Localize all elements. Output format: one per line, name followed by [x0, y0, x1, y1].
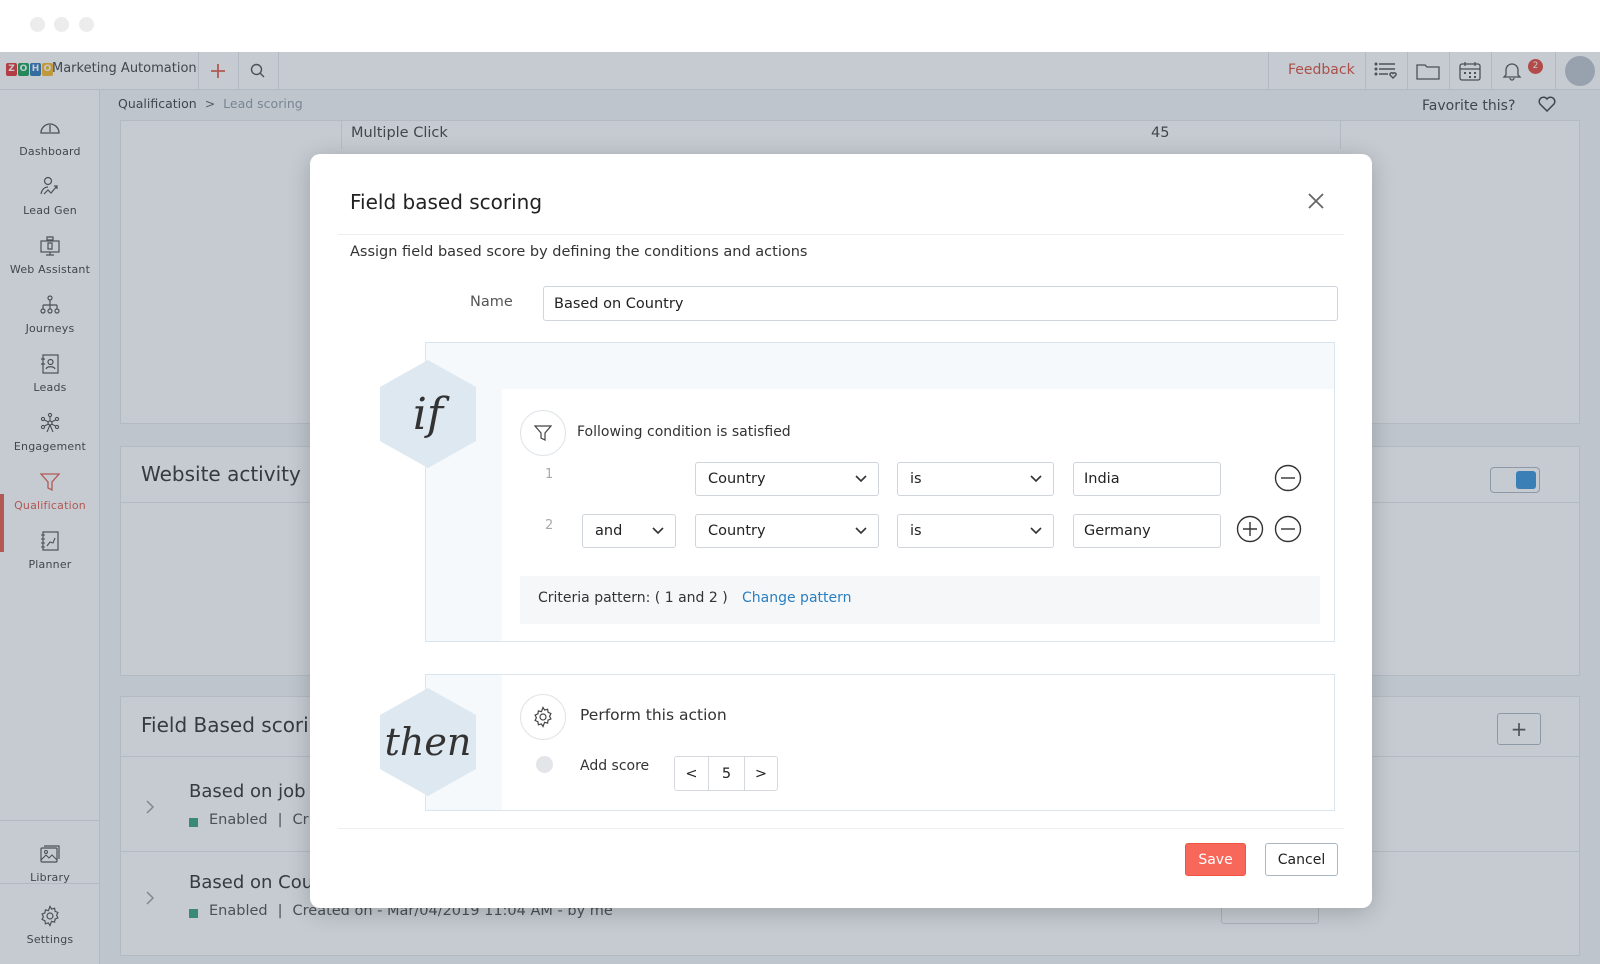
add-condition-icon[interactable] — [1236, 515, 1264, 543]
operator-select[interactable]: is — [897, 462, 1054, 496]
remove-condition-icon[interactable] — [1274, 515, 1302, 543]
chevron-down-icon — [1030, 527, 1042, 535]
field-select-value: Country — [708, 523, 766, 539]
score-stepper: < 5 > — [674, 756, 778, 791]
funnel-icon — [534, 425, 552, 441]
condition-index: 2 — [545, 518, 554, 533]
window-minimize-button[interactable] — [54, 17, 69, 32]
criteria-pattern-bar: Criteria pattern: ( 1 and 2 ) Change pat… — [520, 576, 1320, 624]
gear-icon-circle — [520, 694, 566, 740]
chevron-down-icon — [855, 527, 867, 535]
operator-select-value: is — [910, 471, 922, 487]
action-heading: Perform this action — [580, 706, 727, 724]
field-select[interactable]: Country — [695, 462, 879, 496]
chevron-down-icon — [652, 527, 664, 535]
field-select-value: Country — [708, 471, 766, 487]
operator-select[interactable]: is — [897, 514, 1054, 548]
add-score-label: Add score — [580, 758, 650, 774]
field-select[interactable]: Country — [695, 514, 879, 548]
filter-icon-circle — [520, 410, 566, 456]
window-maximize-button[interactable] — [79, 17, 94, 32]
name-label: Name — [470, 294, 513, 310]
name-input[interactable] — [543, 286, 1338, 321]
value-input[interactable] — [1073, 462, 1221, 496]
dialog-description: Assign field based score by defining the… — [350, 244, 808, 260]
close-icon[interactable] — [1306, 191, 1326, 211]
save-button[interactable]: Save — [1185, 843, 1246, 876]
condition-heading: Following condition is satisfied — [577, 424, 791, 440]
connector-select[interactable]: and — [582, 514, 676, 548]
condition-index: 1 — [545, 467, 554, 482]
criteria-pattern: Criteria pattern: ( 1 and 2 ) — [538, 590, 728, 606]
increment-button[interactable]: > — [745, 757, 777, 790]
change-pattern-link[interactable]: Change pattern — [742, 590, 852, 606]
chevron-down-icon — [855, 475, 867, 483]
decrement-button[interactable]: < — [675, 757, 709, 790]
then-block — [425, 674, 1335, 811]
window-titlebar — [0, 0, 1600, 52]
field-based-scoring-dialog: Field based scoring Assign field based s… — [310, 154, 1372, 908]
score-value[interactable]: 5 — [709, 757, 745, 790]
chevron-down-icon — [1030, 475, 1042, 483]
cancel-button[interactable]: Cancel — [1265, 843, 1338, 876]
connector-select-value: and — [595, 523, 623, 539]
action-radio[interactable] — [536, 756, 553, 773]
window-close-button[interactable] — [30, 17, 45, 32]
remove-condition-icon[interactable] — [1274, 464, 1302, 492]
operator-select-value: is — [910, 523, 922, 539]
gear-icon — [534, 706, 552, 728]
value-input[interactable] — [1073, 514, 1221, 548]
dialog-title: Field based scoring — [350, 190, 543, 214]
